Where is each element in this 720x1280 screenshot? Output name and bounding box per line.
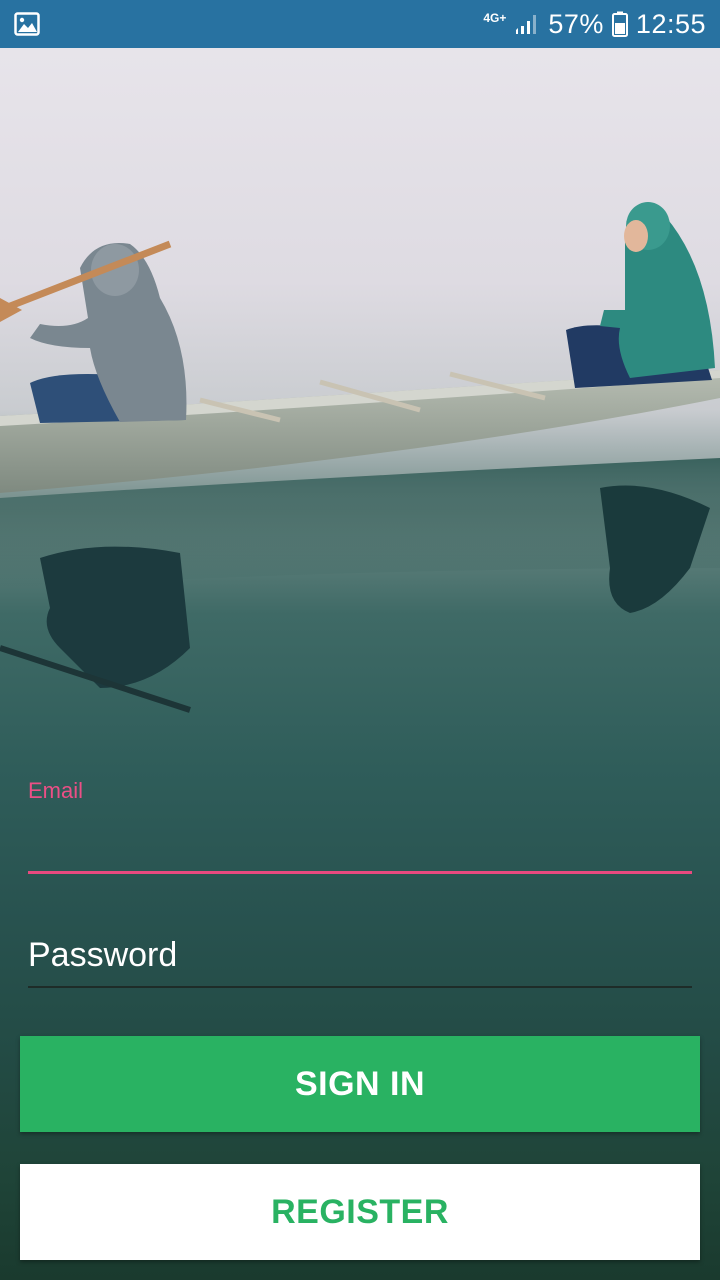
network-type: 4G+ — [483, 11, 507, 25]
email-input[interactable] — [28, 818, 692, 874]
battery-icon — [611, 11, 628, 37]
clock: 12:55 — [635, 8, 706, 39]
register-button[interactable]: REGISTER — [20, 1164, 700, 1260]
gallery-notification-icon — [14, 12, 40, 36]
email-label: Email — [28, 778, 84, 803]
sign-in-button[interactable]: SIGN IN — [20, 1036, 700, 1132]
status-left — [14, 12, 40, 36]
signal-icon — [516, 15, 537, 34]
battery-percent: 57% — [548, 8, 604, 39]
login-screen: 4G+ 57% 12:55 Email SIGN IN REGISTER — [0, 0, 720, 1280]
status-right: 4G+ 57% 12:55 — [483, 9, 706, 40]
background-canoe-photo — [0, 202, 720, 713]
password-input[interactable] — [28, 928, 692, 988]
status-bar: 4G+ 57% 12:55 — [0, 0, 720, 48]
